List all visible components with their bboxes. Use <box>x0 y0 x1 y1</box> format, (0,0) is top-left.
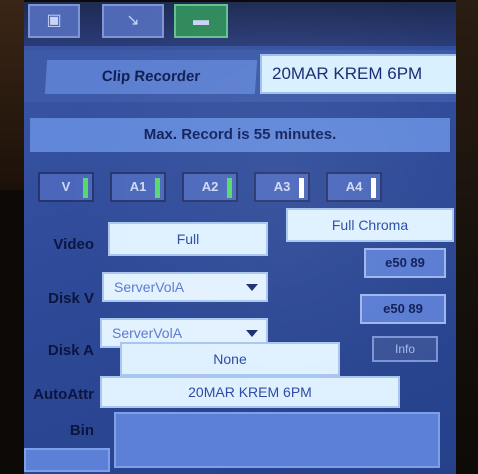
clip-recorder-window: ▣ ↘ ▬ Clip Recorder 20MAR KREM 6PM Max. … <box>24 2 456 474</box>
background-left <box>0 0 24 190</box>
clip-name-field[interactable]: 20MAR KREM 6PM <box>260 54 456 94</box>
info-button[interactable]: Info <box>372 336 438 362</box>
track-label: A1 <box>129 179 147 194</box>
track-button-a4[interactable]: A4 <box>326 172 382 202</box>
max-record-status: Max. Record is 55 minutes. <box>30 118 450 152</box>
toolbar-button-2[interactable]: ↘ <box>102 4 164 38</box>
bin-label: Bin <box>69 422 94 439</box>
track-led-icon <box>299 178 304 198</box>
bottom-left-button[interactable] <box>24 448 110 472</box>
bottom-field[interactable] <box>114 412 440 468</box>
toolbar: ▣ ↘ ▬ <box>24 2 456 46</box>
chevron-down-icon <box>246 330 258 337</box>
track-led-icon <box>371 178 376 198</box>
disk-v-label: Disk V <box>48 290 94 307</box>
autoattr-label: AutoAttr <box>33 386 94 403</box>
disk-a-time: e50 89 <box>360 294 446 324</box>
video-format-field[interactable]: Full <box>108 222 268 256</box>
track-label: V <box>61 179 71 194</box>
track-button-a2[interactable]: A2 <box>182 172 238 202</box>
disk-a-label: Disk A <box>47 342 94 359</box>
track-button-a1[interactable]: A1 <box>110 172 166 202</box>
track-label: A4 <box>345 179 363 194</box>
video-label: Video <box>53 236 94 253</box>
chevron-down-icon <box>246 284 258 291</box>
disk-v-time: e50 89 <box>364 248 446 278</box>
track-led-icon <box>83 178 88 198</box>
track-led-icon <box>227 178 232 198</box>
chroma-field[interactable]: Full Chroma <box>286 208 454 242</box>
toolbar-button-3[interactable]: ▬ <box>174 4 228 38</box>
bin-field[interactable]: 20MAR KREM 6PM <box>100 376 400 408</box>
disk-a-value: ServerVolA <box>112 325 183 341</box>
toolbar-button-1[interactable]: ▣ <box>28 4 80 38</box>
background-right <box>456 0 478 474</box>
disk-v-value: ServerVolA <box>114 279 185 295</box>
track-label: A2 <box>201 179 219 194</box>
track-led-icon <box>155 178 160 198</box>
clip-recorder-title: Clip Recorder <box>44 60 258 94</box>
track-button-a3[interactable]: A3 <box>254 172 310 202</box>
autoattr-field[interactable]: None <box>120 342 340 376</box>
track-button-v[interactable]: V <box>38 172 94 202</box>
disk-v-dropdown[interactable]: ServerVolA <box>102 272 268 302</box>
track-label: A3 <box>273 179 291 194</box>
